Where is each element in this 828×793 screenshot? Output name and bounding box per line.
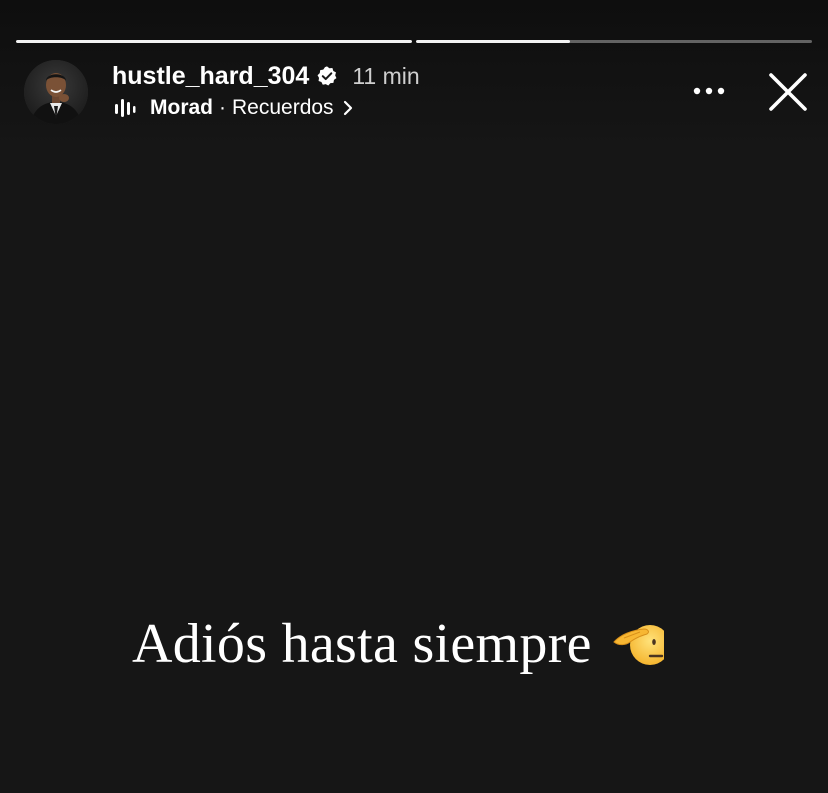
close-button[interactable] — [762, 68, 814, 116]
music-separator: · — [219, 96, 226, 119]
story-progress-fill-2 — [416, 40, 571, 43]
avatar[interactable] — [24, 60, 88, 124]
music-artist: Morad — [150, 96, 213, 119]
username[interactable]: hustle_hard_304 — [112, 62, 309, 91]
story-header-title: hustle_hard_304 11 min — [112, 60, 420, 92]
story-progress-segment-1 — [16, 40, 412, 43]
avatar-image — [24, 60, 88, 124]
story-progress-segment-2 — [416, 40, 812, 43]
music-attribution[interactable]: Morad · Recuerdos — [114, 94, 354, 122]
music-song-title: Recuerdos — [232, 96, 334, 119]
chevron-right-icon — [342, 100, 354, 116]
story-progress-fill-1 — [16, 40, 412, 43]
more-dots-icon — [693, 87, 725, 95]
verified-badge-icon — [316, 65, 338, 87]
story-caption: Adiós hasta siempre — [132, 606, 712, 682]
music-bars-icon — [114, 98, 136, 118]
saluting-face-emoji — [610, 615, 668, 673]
caption-text: Adiós hasta siempre — [132, 613, 592, 675]
close-icon — [769, 73, 807, 111]
more-options-button[interactable] — [688, 76, 730, 106]
post-time: 11 min — [352, 62, 420, 89]
